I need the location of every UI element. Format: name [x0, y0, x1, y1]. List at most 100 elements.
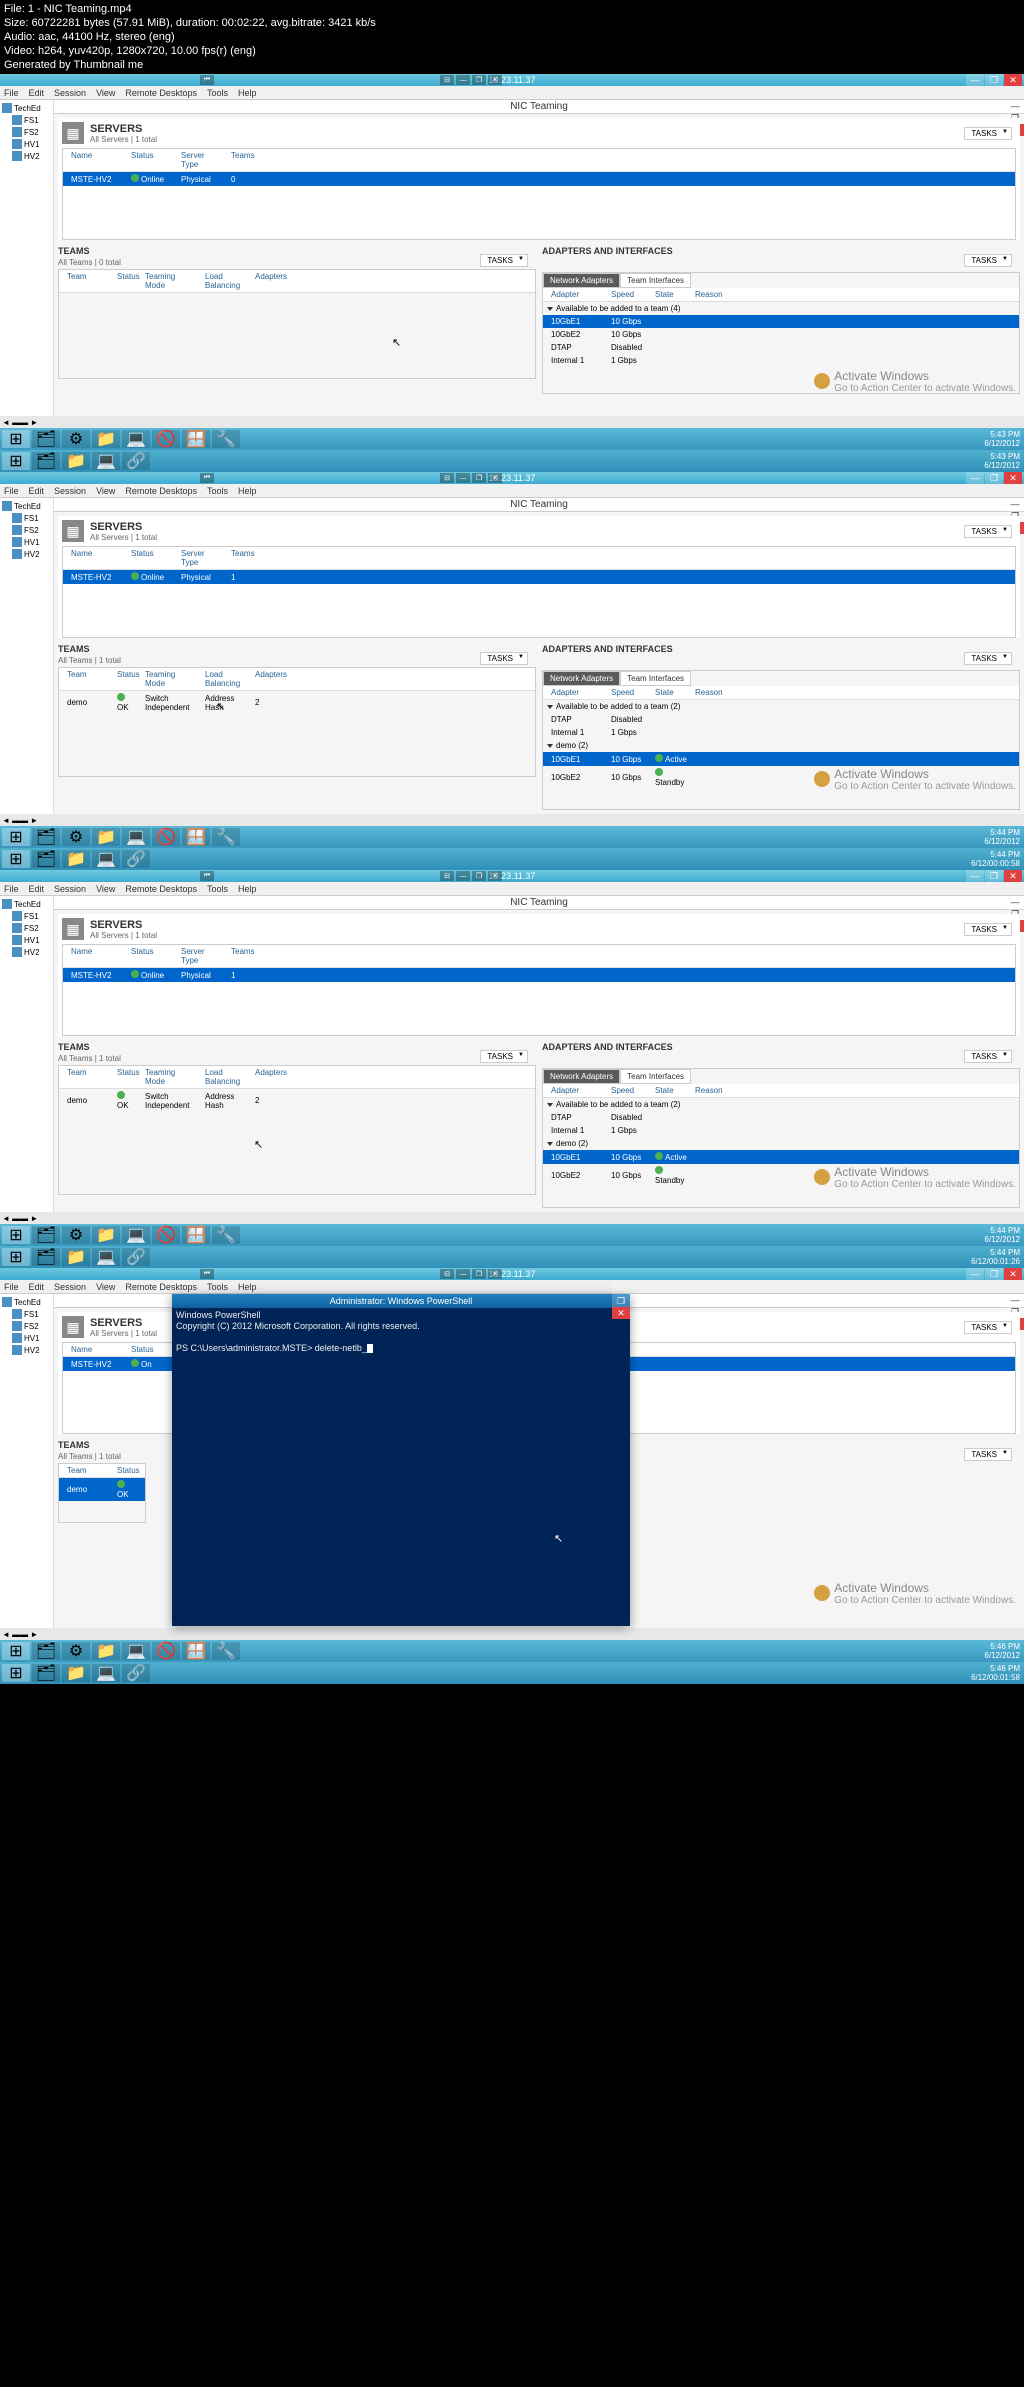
remote-taskbar[interactable]: ⊞🗂⚙📁💻🚫🪟🔧 5:44 PM6/12/2012 [0, 1224, 1024, 1246]
tasks-dropdown[interactable]: TASKS [964, 1321, 1012, 1334]
tab-network-adapters[interactable]: Network Adapters [543, 671, 620, 686]
taskbar-app[interactable]: 🪟 [182, 430, 210, 448]
connection-tree[interactable]: TechEd FS1 FS2 HV1 HV2 [0, 100, 54, 416]
menu-tools[interactable]: Tools [207, 88, 228, 98]
pin-icon[interactable]: ⊟ [440, 75, 454, 85]
powershell-titlebar[interactable]: Administrator: Windows PowerShell —❐✕ [172, 1294, 630, 1308]
menu-edit[interactable]: Edit [29, 88, 45, 98]
powershell-terminal[interactable]: Windows PowerShell Copyright (C) 2012 Mi… [172, 1308, 630, 1626]
menu-view[interactable]: View [96, 88, 115, 98]
tab-team-interfaces[interactable]: Team Interfaces [620, 671, 691, 686]
tasks-dropdown[interactable]: TASKS [964, 923, 1012, 936]
tasks-dropdown[interactable]: TASKS [964, 127, 1012, 140]
taskbar-app[interactable]: 🔗 [122, 452, 150, 470]
rewind-icon[interactable]: ⏮ [200, 75, 214, 85]
adapter-group-demo[interactable]: demo (2) [543, 739, 1019, 752]
menu-remote[interactable]: Remote Desktops [125, 88, 197, 98]
remote-taskbar[interactable]: ⊞🗂⚙📁💻🚫🪟🔧 5:44 PM6/12/2012 [0, 826, 1024, 848]
tasks-dropdown[interactable]: TASKS [480, 254, 528, 267]
close-button[interactable]: ✕ [1004, 472, 1022, 484]
tasks-dropdown[interactable]: TASKS [964, 1050, 1012, 1063]
adapter-row[interactable]: Internal 1 1 Gbps [543, 354, 1019, 367]
start-button[interactable]: ⊞ [2, 828, 30, 846]
server-row[interactable]: MSTE-HV2OnlinePhysical1 [63, 968, 1015, 982]
adapter-row[interactable]: DTAP Disabled [543, 341, 1019, 354]
tasks-dropdown[interactable]: TASKS [480, 652, 528, 665]
taskbar-app[interactable]: 📁 [92, 430, 120, 448]
app-menubar[interactable]: FileEditSessionViewRemote DesktopsToolsH… [0, 1280, 1024, 1294]
adapter-row[interactable]: 10GbE110 GbpsActive [543, 752, 1019, 766]
app-menubar[interactable]: FileEditSessionViewRemote DesktopsToolsH… [0, 484, 1024, 498]
local-taskbar[interactable]: ⊞🗂📁💻🔗 5:46 PM6/12/00:01:58 [0, 1662, 1024, 1684]
scrollbar[interactable]: ◄ ▬▬ ► [0, 814, 1024, 826]
menu-session[interactable]: Session [54, 88, 86, 98]
start-button[interactable]: ⊞ [2, 430, 30, 448]
minimize-button[interactable]: — [966, 74, 984, 86]
connection-tree[interactable]: TechEd FS1 FS2 HV1 HV2 [0, 896, 54, 1212]
tree-node-hv1[interactable]: HV1 [2, 138, 51, 150]
rdp-titlebar[interactable]: ⏮ 10.23.11.37 ⊟—❐✕ —❐✕ [0, 870, 1024, 882]
start-button[interactable]: ⊞ [2, 850, 30, 868]
rewind-icon[interactable]: ⏮ [200, 473, 214, 483]
tree-node-fs2[interactable]: FS2 [2, 126, 51, 138]
tree-root[interactable]: TechEd [2, 102, 51, 114]
taskbar-app[interactable]: 🗂 [32, 430, 60, 448]
taskbar-app[interactable]: ⚙ [62, 430, 90, 448]
minimize-button[interactable]: — [966, 472, 984, 484]
powershell-window[interactable]: Administrator: Windows PowerShell —❐✕ Wi… [172, 1294, 630, 1626]
maximize-button[interactable]: ❐ [612, 1295, 630, 1307]
tab-team-interfaces[interactable]: Team Interfaces [620, 273, 691, 288]
app-menubar[interactable]: FileEditSessionViewRemote DesktopsToolsH… [0, 882, 1024, 896]
tree-node-hv2[interactable]: HV2 [2, 150, 51, 162]
rdp-titlebar[interactable]: ⏮ 10.23.11.37 ⊟ — ❐ ✕ — ❐ ✕ [0, 74, 1024, 86]
scrollbar[interactable]: ◄ ▬▬ ► [0, 416, 1024, 428]
tasks-dropdown[interactable]: TASKS [964, 652, 1012, 665]
menu-help[interactable]: Help [238, 88, 257, 98]
adapter-row[interactable]: 10GbE2 10 Gbps [543, 328, 1019, 341]
close-icon[interactable]: ✕ [488, 473, 502, 483]
taskbar-app[interactable]: 📁 [62, 452, 90, 470]
taskbar-app[interactable]: 💻 [122, 430, 150, 448]
pin-icon[interactable]: ⊟ [440, 473, 454, 483]
local-taskbar[interactable]: ⊞🗂📁💻🔗 5:44 PM6/12/00:00:58 [0, 848, 1024, 870]
adapter-row[interactable]: 10GbE1 10 Gbps [543, 315, 1019, 328]
taskbar-app[interactable]: 🚫 [152, 430, 180, 448]
local-taskbar[interactable]: ⊞🗂📁💻🔗 5:44 PM6/12/00:01:26 [0, 1246, 1024, 1268]
teams-grid-header[interactable]: Team Status Teaming Mode Load Balancing … [59, 270, 535, 293]
team-row[interactable]: demoOKSwitch IndependentAddress Hash2 [59, 1089, 535, 1112]
servers-grid-header[interactable]: Name Status Server Type Teams [63, 149, 1015, 172]
local-taskbar[interactable]: ⊞ 🗂 📁 💻 🔗 5:43 PM6/12/2012 [0, 450, 1024, 472]
connection-tree[interactable]: TechEd FS1 FS2 HV1 HV2 [0, 498, 54, 814]
adapter-row[interactable]: DTAPDisabled [543, 713, 1019, 726]
close-icon[interactable]: ✕ [488, 75, 502, 85]
server-row[interactable]: MSTE-HV2 Online Physical 1 [63, 570, 1015, 584]
close-button[interactable]: ✕ [612, 1307, 630, 1319]
remote-taskbar[interactable]: ⊞ 🗂 ⚙ 📁 💻 🚫 🪟 🔧 5:43 PM6/12/2012 [0, 428, 1024, 450]
tree-node-fs1[interactable]: FS1 [2, 114, 51, 126]
restore-icon[interactable]: ❐ [472, 473, 486, 483]
app-menubar[interactable]: File Edit Session View Remote Desktops T… [0, 86, 1024, 100]
tasks-dropdown[interactable]: TASKS [964, 1448, 1012, 1461]
tasks-dropdown[interactable]: TASKS [964, 525, 1012, 538]
close-button[interactable]: ✕ [1004, 74, 1022, 86]
tasks-dropdown[interactable]: TASKS [964, 254, 1012, 267]
minimize-button[interactable]: — [1006, 100, 1024, 112]
restore-icon[interactable]: ❐ [472, 75, 486, 85]
minimize-icon[interactable]: — [456, 75, 470, 85]
adapter-row[interactable]: Internal 11 Gbps [543, 726, 1019, 739]
rdp-titlebar[interactable]: ⏮ 10.23.11.37 ⊟ — ❐ ✕ — ❐ ✕ [0, 472, 1024, 484]
adapter-group-available[interactable]: Available to be added to a team (4) [543, 302, 1019, 315]
taskbar-app[interactable]: 🗂 [32, 452, 60, 470]
team-row[interactable]: demo OK Switch Independent Address Hash … [59, 691, 535, 714]
rdp-titlebar[interactable]: ⏮ 10.23.11.37 ⊟—❐✕ —❐✕ [0, 1268, 1024, 1280]
server-row[interactable]: MSTE-HV2 Online Physical 0 [63, 172, 1015, 186]
maximize-button[interactable]: ❐ [985, 74, 1003, 86]
remote-taskbar[interactable]: ⊞🗂⚙📁💻🚫🪟🔧 5:46 PM6/12/2012 [0, 1640, 1024, 1662]
connection-tree[interactable]: TechEd FS1 FS2 HV1 HV2 [0, 1294, 54, 1628]
start-button[interactable]: ⊞ [2, 452, 30, 470]
taskbar-app[interactable]: 💻 [92, 452, 120, 470]
tasks-dropdown[interactable]: TASKS [480, 1050, 528, 1063]
adapter-row[interactable]: 10GbE210 GbpsStandby [543, 766, 1019, 789]
team-row[interactable]: demoOK [59, 1478, 145, 1501]
adapter-group-available[interactable]: Available to be added to a team (2) [543, 700, 1019, 713]
